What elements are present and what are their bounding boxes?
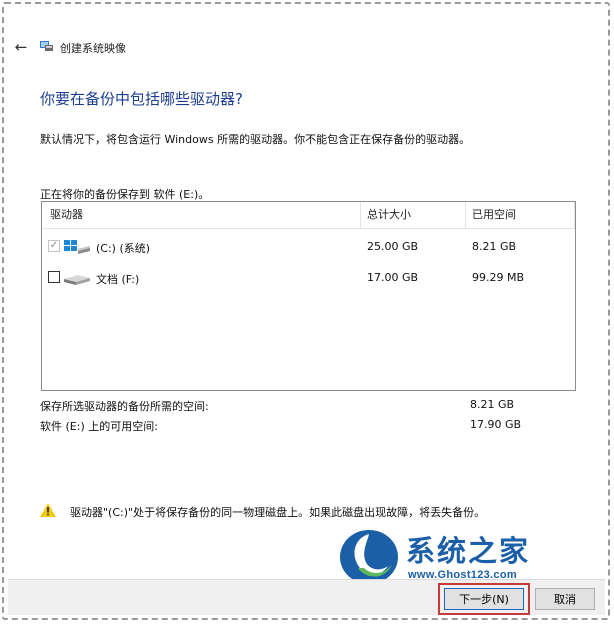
available-space-value: 17.90 GB	[470, 418, 522, 431]
cancel-button[interactable]: 取消	[535, 588, 595, 610]
drive-table: 驱动器 总计大小 已用空间 ✓ (C:) (系统) 25.00 GB 8.21 …	[41, 201, 576, 391]
drive-used-space: 99.29 MB	[472, 271, 525, 284]
watermark-logo-icon	[340, 530, 398, 584]
title-bar: ← 创建系统映像	[8, 38, 605, 62]
drive-icon	[64, 275, 90, 285]
warning-text: 驱动器"(C:)"处于将保存备份的同一物理磁盘上。如果此磁盘出现故障，将丢失备份…	[70, 506, 486, 519]
drive-checkbox-f[interactable]	[48, 271, 60, 283]
create-system-image-dialog: ← 创建系统映像 你要在备份中包括哪些驱动器? 默认情况下，将包含运行 Wind…	[8, 8, 605, 615]
drive-total-size: 25.00 GB	[367, 240, 419, 253]
column-divider	[465, 202, 466, 228]
table-row[interactable]: ✓ (C:) (系统) 25.00 GB 8.21 GB	[42, 234, 575, 262]
required-space-label: 保存所选驱动器的备份所需的空间:	[40, 400, 209, 413]
drive-name: 文档 (F:)	[96, 273, 140, 286]
column-header-drive[interactable]: 驱动器	[50, 202, 83, 228]
table-header: 驱动器 总计大小 已用空间	[42, 202, 575, 229]
button-bar: 下一步(N) 取消	[8, 579, 605, 615]
drive-name: (C:) (系统)	[96, 242, 151, 255]
back-arrow-icon[interactable]: ←	[12, 38, 30, 56]
drive-checkbox-c: ✓	[48, 240, 60, 252]
required-space-value: 8.21 GB	[470, 398, 515, 411]
description-text: 默认情况下，将包含运行 Windows 所需的驱动器。你不能包含正在保存备份的驱…	[40, 133, 471, 146]
page-heading: 你要在备份中包括哪些驱动器?	[40, 90, 243, 108]
column-header-used-space[interactable]: 已用空间	[472, 202, 516, 228]
available-space-label: 软件 (E:) 上的可用空间:	[40, 420, 158, 433]
window-title: 创建系统映像	[60, 42, 126, 55]
column-divider	[574, 202, 575, 228]
column-header-total-size[interactable]: 总计大小	[367, 202, 411, 228]
next-button[interactable]: 下一步(N)	[444, 588, 524, 610]
system-image-icon	[40, 41, 53, 51]
warning-icon	[40, 503, 56, 517]
backup-destination-text: 正在将你的备份保存到 软件 (E:)。	[40, 188, 210, 201]
drive-used-space: 8.21 GB	[472, 240, 517, 253]
table-row[interactable]: 文档 (F:) 17.00 GB 99.29 MB	[42, 265, 575, 293]
watermark-title: 系统之家	[406, 534, 531, 568]
drive-total-size: 17.00 GB	[367, 271, 419, 284]
column-divider	[360, 202, 361, 228]
windows-drive-icon	[64, 240, 90, 254]
